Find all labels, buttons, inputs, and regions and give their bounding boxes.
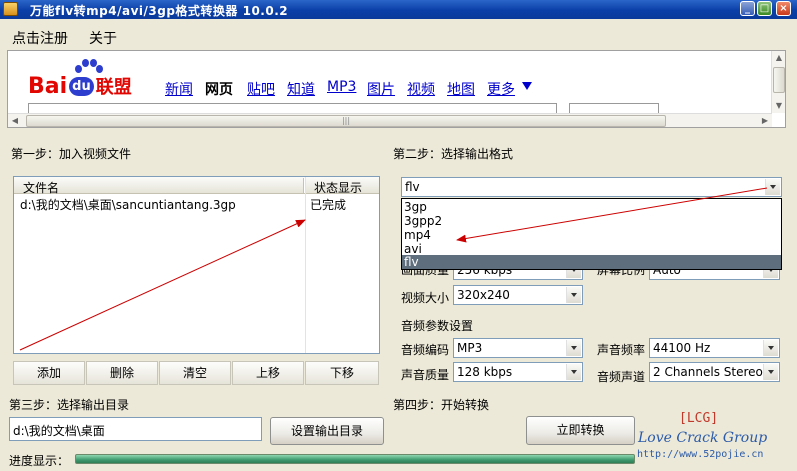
menu-register[interactable]: 点击注册 — [12, 28, 68, 48]
minimize-button[interactable]: _ — [740, 1, 755, 16]
scroll-right-icon[interactable]: ▶ — [758, 114, 772, 128]
progress-bar — [75, 454, 635, 464]
sample-rate-select[interactable]: 44100 Hz — [649, 338, 780, 358]
step4-label: 第四步：开始转换 — [393, 398, 490, 412]
chevron-down-icon[interactable] — [566, 340, 581, 356]
menu-bar: 点击注册 关于 — [0, 24, 797, 48]
file-status-cell: 已完成 — [310, 198, 347, 212]
nav-link-more[interactable]: 更多 — [487, 79, 515, 99]
more-dropdown-icon[interactable] — [522, 82, 532, 90]
chevron-down-icon[interactable] — [763, 340, 778, 356]
window-title: 万能flv转mp4/avi/3gp格式转换器 10.0.2 — [30, 4, 289, 18]
table-row[interactable]: d:\我的文档\桌面\sancuntiantang.3gp 已完成 — [14, 195, 379, 212]
format-option-flv[interactable]: flv — [402, 255, 781, 269]
column-filename[interactable]: 文件名 — [23, 179, 59, 196]
lcg-watermark-tag: [LCG] — [679, 411, 719, 426]
nav-link-video[interactable]: 视频 — [407, 79, 435, 99]
video-size-select[interactable]: 320x240 — [453, 285, 583, 305]
format-option-avi[interactable]: avi — [402, 242, 781, 256]
aspect-ratio-label: 屏幕比例 — [597, 270, 646, 277]
audio-codec-label: 音频编码 — [401, 343, 450, 357]
embedded-browser: Bai du 联盟 新闻 网页 贴吧 知道 MP3 图片 视频 地图 更多 ▲ ▼ … — [7, 50, 786, 128]
move-down-button[interactable]: 下移 — [305, 361, 379, 385]
close-button[interactable]: × — [776, 1, 791, 16]
nav-link-map[interactable]: 地图 — [447, 79, 475, 99]
file-list[interactable]: 文件名 状态显示 d:\我的文档\桌面\sancuntiantang.3gp 已… — [13, 176, 380, 354]
file-list-header: 文件名 状态显示 — [14, 177, 379, 196]
format-option-mp4[interactable]: mp4 — [402, 228, 781, 242]
channels-label: 音频声道 — [597, 370, 646, 384]
baidu-logo[interactable]: Bai du 联盟 — [28, 73, 132, 99]
format-option-3gpp2[interactable]: 3gpp2 — [402, 214, 781, 228]
audio-settings-label: 音频参数设置 — [401, 319, 474, 333]
step2-label: 第二步：选择输出格式 — [393, 147, 514, 161]
nav-link-tieba[interactable]: 贴吧 — [247, 79, 275, 99]
chevron-down-icon[interactable] — [566, 364, 581, 380]
audio-quality-select[interactable]: 128 kbps — [453, 362, 583, 382]
channels-select[interactable]: 2 Channels Stereo — [649, 362, 780, 382]
lcg-watermark-text: Love Crack Group — [638, 430, 768, 446]
nav-link-zhidao[interactable]: 知道 — [287, 79, 315, 99]
scroll-left-icon[interactable]: ◀ — [8, 114, 22, 128]
column-status[interactable]: 状态显示 — [314, 179, 362, 196]
step1-label: 第一步：加入视频文件 — [11, 147, 132, 161]
progress-label: 进度显示： — [9, 454, 70, 468]
vertical-scrollbar[interactable]: ▲ ▼ — [771, 51, 785, 113]
app-icon — [3, 2, 18, 16]
clear-button[interactable]: 清空 — [159, 361, 231, 385]
nav-link-news[interactable]: 新闻 — [165, 79, 193, 99]
output-dir-field[interactable]: d:\我的文档\桌面 — [9, 417, 262, 441]
step3-label: 第三步：选择输出目录 — [9, 398, 130, 412]
add-button[interactable]: 添加 — [13, 361, 85, 385]
nav-link-mp3[interactable]: MP3 — [327, 79, 356, 95]
maximize-button[interactable]: □ — [757, 1, 772, 16]
chevron-down-icon[interactable] — [763, 364, 778, 380]
sample-rate-label: 声音频率 — [597, 343, 646, 357]
format-option-3gp[interactable]: 3gp — [402, 200, 781, 214]
scroll-up-icon[interactable]: ▲ — [772, 51, 786, 65]
chevron-down-icon[interactable] — [566, 287, 581, 303]
lcg-watermark-url: http://www.52pojie.cn — [637, 449, 764, 460]
video-size-label: 视频大小 — [401, 291, 450, 305]
chevron-down-icon[interactable] — [765, 179, 780, 195]
delete-button[interactable]: 删除 — [86, 361, 158, 385]
menu-about[interactable]: 关于 — [89, 28, 117, 48]
audio-quality-label: 声音质量 — [401, 368, 450, 382]
audio-codec-select[interactable]: MP3 — [453, 338, 583, 358]
horizontal-scroll-thumb[interactable]: ||| — [26, 115, 666, 127]
set-output-dir-button[interactable]: 设置输出目录 — [270, 417, 384, 445]
nav-link-web[interactable]: 网页 — [205, 79, 233, 99]
output-format-select[interactable]: flv — [401, 177, 782, 197]
scroll-down-icon[interactable]: ▼ — [772, 99, 786, 113]
title-bar: 万能flv转mp4/avi/3gp格式转换器 10.0.2 _ □ × — [0, 0, 797, 19]
vertical-scroll-thumb[interactable] — [773, 67, 785, 93]
convert-now-button[interactable]: 立即转换 — [526, 416, 635, 445]
move-up-button[interactable]: 上移 — [232, 361, 304, 385]
nav-link-images[interactable]: 图片 — [367, 79, 395, 99]
video-quality-label: 画面质量 — [401, 270, 450, 277]
format-dropdown-list[interactable]: 3gp 3gpp2 mp4 avi flv — [401, 198, 782, 270]
file-name-cell: d:\我的文档\桌面\sancuntiantang.3gp — [20, 198, 236, 212]
horizontal-scrollbar[interactable]: ◀ ||| ▶ — [8, 113, 772, 127]
